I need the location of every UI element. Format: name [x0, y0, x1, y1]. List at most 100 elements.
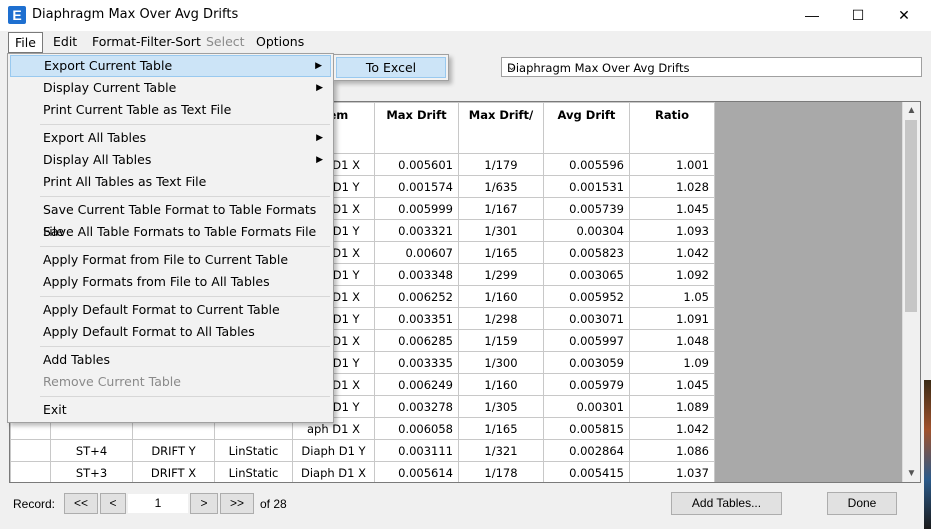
- table-cell[interactable]: 0.006249: [374, 373, 459, 396]
- table-cell[interactable]: 0.003111: [374, 439, 459, 462]
- table-row[interactable]: ST+4 DRIFT Y LinStatic Diaph D1 Y 0.003111 1/…: [10, 439, 715, 462]
- column-header-ratio[interactable]: Ratio: [629, 102, 715, 154]
- table-cell[interactable]: 0.005739: [543, 197, 630, 220]
- table-cell[interactable]: 0.003065: [543, 263, 630, 286]
- table-cell[interactable]: 1.05: [629, 285, 715, 308]
- table-cell[interactable]: 0.003071: [543, 307, 630, 330]
- done-button[interactable]: Done: [827, 492, 897, 515]
- table-cell[interactable]: 1/635: [458, 175, 544, 198]
- minimize-button[interactable]: —: [789, 0, 835, 31]
- menu-edit[interactable]: Edit: [53, 34, 77, 49]
- menu-item-save-current-table-format[interactable]: Save Current Table Format to Table Forma…: [10, 199, 331, 239]
- table-cell[interactable]: 0.003351: [374, 307, 459, 330]
- table-cell[interactable]: 1.09: [629, 351, 715, 374]
- maximize-button[interactable]: ☐: [835, 0, 881, 31]
- column-header-max-drift[interactable]: Max Drift: [374, 102, 459, 154]
- table-cell[interactable]: [10, 439, 51, 462]
- table-cell[interactable]: LinStatic: [214, 461, 293, 482]
- table-cell[interactable]: ST+3: [50, 461, 133, 482]
- table-cell[interactable]: 1.091: [629, 307, 715, 330]
- table-cell[interactable]: 1/167: [458, 197, 544, 220]
- menu-item-display-all-tables[interactable]: Display All Tables ▶: [10, 149, 331, 171]
- table-cell[interactable]: 1.037: [629, 461, 715, 482]
- table-cell[interactable]: 1.042: [629, 241, 715, 264]
- menu-item-apply-default-format-all[interactable]: Apply Default Format to All Tables: [10, 321, 331, 343]
- menu-item-print-all-tables[interactable]: Print All Tables as Text File: [10, 171, 331, 193]
- table-cell[interactable]: 1/160: [458, 285, 544, 308]
- close-button[interactable]: ✕: [881, 0, 927, 31]
- table-cell[interactable]: 1/299: [458, 263, 544, 286]
- table-cell[interactable]: 0.003059: [543, 351, 630, 374]
- table-cell[interactable]: 0.006285: [374, 329, 459, 352]
- table-cell[interactable]: 1.048: [629, 329, 715, 352]
- menu-item-apply-format-current-table[interactable]: Apply Format from File to Current Table: [10, 249, 331, 271]
- menu-item-remove-current-table[interactable]: Remove Current Table: [10, 371, 331, 393]
- table-cell[interactable]: ST+4: [50, 439, 133, 462]
- table-cell[interactable]: DRIFT Y: [132, 439, 215, 462]
- table-cell[interactable]: 0.005823: [543, 241, 630, 264]
- table-cell[interactable]: 1.042: [629, 417, 715, 440]
- vertical-scrollbar[interactable]: ▲ ▼: [902, 102, 920, 482]
- table-cell[interactable]: 0.005952: [543, 285, 630, 308]
- add-tables-button[interactable]: Add Tables...: [671, 492, 782, 515]
- table-cell[interactable]: 1/178: [458, 461, 544, 482]
- scrollbar-thumb[interactable]: [905, 120, 917, 312]
- menu-item-add-tables[interactable]: Add Tables: [10, 349, 331, 371]
- next-record-button[interactable]: >: [190, 493, 218, 514]
- menu-item-apply-default-format-current[interactable]: Apply Default Format to Current Table: [10, 299, 331, 321]
- table-cell[interactable]: 1/305: [458, 395, 544, 418]
- table-cell[interactable]: Diaph D1 Y: [292, 439, 375, 462]
- table-cell[interactable]: 0.002864: [543, 439, 630, 462]
- menu-select[interactable]: Select: [206, 34, 245, 49]
- table-cell[interactable]: 0.003348: [374, 263, 459, 286]
- table-cell[interactable]: 0.001531: [543, 175, 630, 198]
- menu-item-to-excel[interactable]: To Excel: [336, 57, 446, 78]
- menu-options[interactable]: Options: [256, 34, 304, 49]
- table-cell[interactable]: 0.00304: [543, 219, 630, 242]
- table-cell[interactable]: 0.005815: [543, 417, 630, 440]
- menu-format-filter-sort[interactable]: Format-Filter-Sort: [92, 34, 201, 49]
- menu-item-save-all-table-formats[interactable]: Save All Table Formats to Table Formats …: [10, 221, 331, 243]
- table-cell[interactable]: 0.00607: [374, 241, 459, 264]
- table-cell[interactable]: 0.005979: [543, 373, 630, 396]
- table-cell[interactable]: 1.001: [629, 153, 715, 176]
- table-cell[interactable]: 0.005999: [374, 197, 459, 220]
- first-record-button[interactable]: <<: [64, 493, 98, 514]
- table-cell[interactable]: LinStatic: [214, 439, 293, 462]
- table-cell[interactable]: 0.005614: [374, 461, 459, 482]
- table-cell[interactable]: 1/165: [458, 241, 544, 264]
- column-header-avg-drift[interactable]: Avg Drift: [543, 102, 630, 154]
- table-cell[interactable]: 1.086: [629, 439, 715, 462]
- table-cell[interactable]: 1/159: [458, 329, 544, 352]
- menu-item-apply-formats-all-tables[interactable]: Apply Formats from File to All Tables: [10, 271, 331, 293]
- last-record-button[interactable]: >>: [220, 493, 254, 514]
- menu-item-exit[interactable]: Exit: [10, 399, 331, 421]
- table-cell[interactable]: 0.005596: [543, 153, 630, 176]
- previous-record-button[interactable]: <: [100, 493, 126, 514]
- table-cell[interactable]: 0.003278: [374, 395, 459, 418]
- table-cell[interactable]: [10, 461, 51, 482]
- menu-file[interactable]: File: [8, 32, 43, 53]
- table-cell[interactable]: 1/300: [458, 351, 544, 374]
- table-cell[interactable]: 0.003321: [374, 219, 459, 242]
- table-cell[interactable]: 1/301: [458, 219, 544, 242]
- column-header-max-drift-ratio[interactable]: Max Drift/: [458, 102, 544, 154]
- table-cell[interactable]: 0.005997: [543, 329, 630, 352]
- table-cell[interactable]: 1.093: [629, 219, 715, 242]
- table-cell[interactable]: 1/298: [458, 307, 544, 330]
- table-cell[interactable]: 1/179: [458, 153, 544, 176]
- table-cell[interactable]: 0.005415: [543, 461, 630, 482]
- table-select-dropdown[interactable]: Diaphragm Max Over Avg Drifts ⌄: [501, 57, 922, 77]
- table-cell[interactable]: 0.00301: [543, 395, 630, 418]
- table-cell[interactable]: 0.001574: [374, 175, 459, 198]
- table-cell[interactable]: 0.006058: [374, 417, 459, 440]
- table-cell[interactable]: 1/165: [458, 417, 544, 440]
- table-cell[interactable]: 0.006252: [374, 285, 459, 308]
- menu-item-export-current-table[interactable]: Export Current Table ▶: [10, 55, 331, 77]
- scroll-down-icon[interactable]: ▼: [903, 465, 920, 482]
- table-cell[interactable]: 0.003335: [374, 351, 459, 374]
- table-cell[interactable]: 1.045: [629, 197, 715, 220]
- table-cell[interactable]: DRIFT X: [132, 461, 215, 482]
- table-cell[interactable]: 1.089: [629, 395, 715, 418]
- table-cell[interactable]: 1.045: [629, 373, 715, 396]
